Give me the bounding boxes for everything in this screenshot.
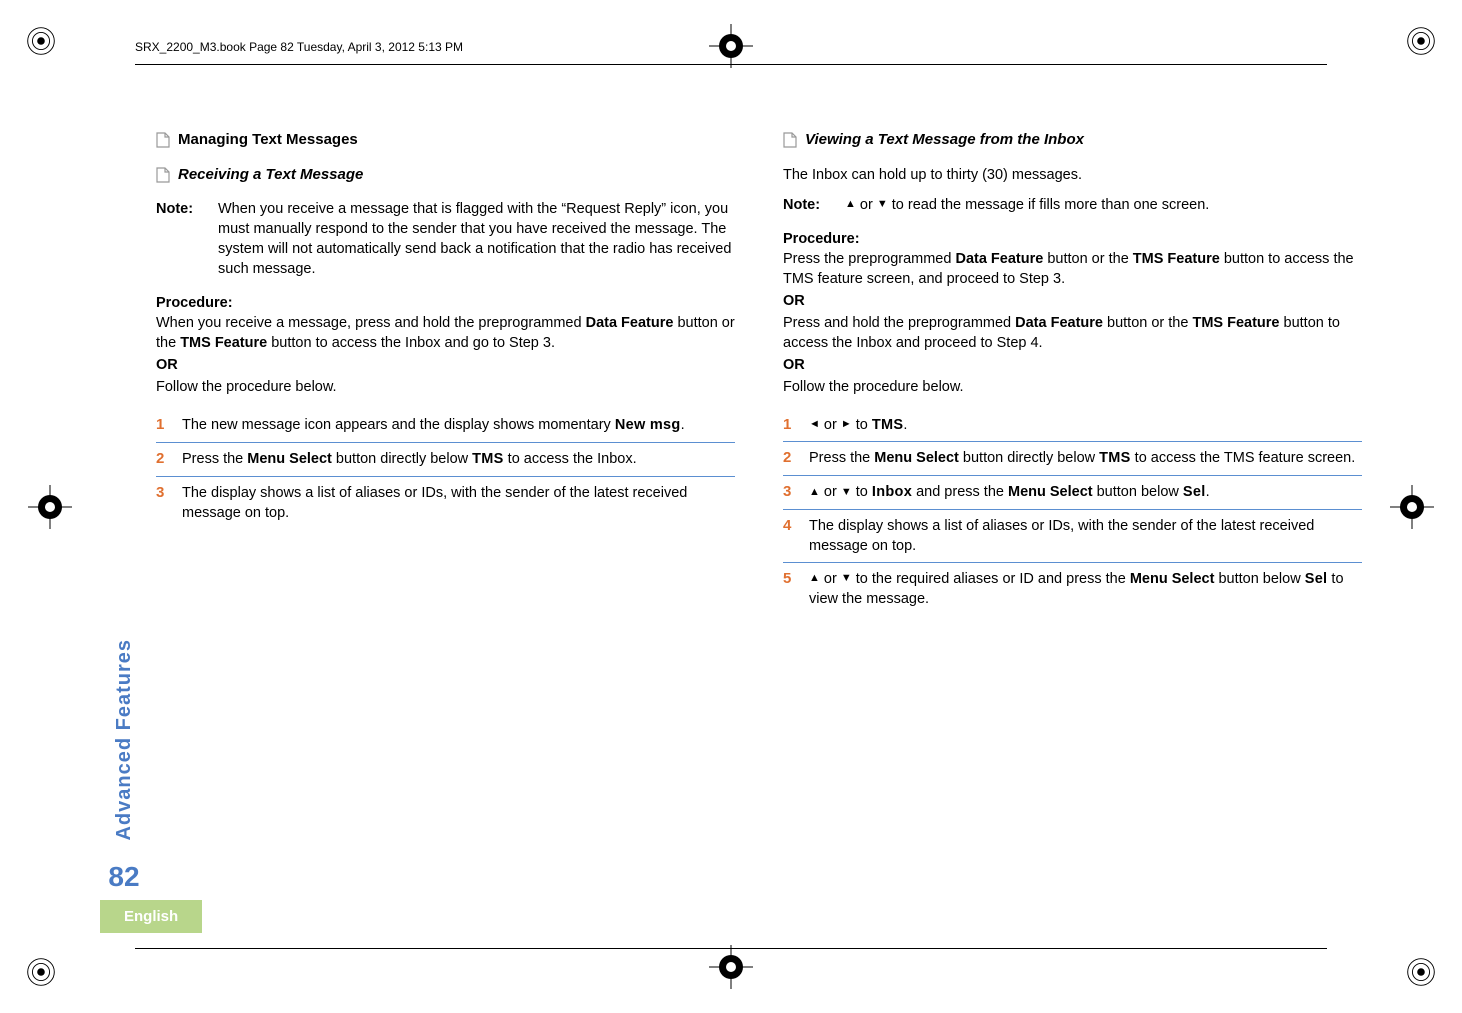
print-mark-icon (22, 22, 60, 60)
up-triangle-icon: ▲ (809, 573, 820, 584)
step-number: 5 (783, 569, 809, 609)
page-icon (156, 167, 170, 183)
step-text: The display shows a list of aliases or I… (182, 483, 735, 523)
subsection-heading: Viewing a Text Message from the Inbox (805, 130, 1084, 151)
step-text: The new message icon appears and the dis… (182, 415, 735, 436)
crosshair-icon (28, 485, 72, 529)
up-triangle-icon: ▲ (809, 487, 820, 498)
step-number: 3 (156, 483, 182, 523)
step-text: Press the Menu Select button directly be… (809, 448, 1362, 469)
crosshair-icon (709, 945, 753, 989)
step-item: 5 ▲ or ▼ to the required aliases or ID a… (783, 563, 1362, 615)
step-number: 2 (783, 448, 809, 469)
step-number: 4 (783, 516, 809, 556)
or-label: OR (783, 355, 1362, 375)
step-item: 2 Press the Menu Select button directly … (783, 442, 1362, 476)
note-block: Note: ▲ or ▼ to read the message if fill… (783, 195, 1362, 215)
procedure-heading: Procedure: (783, 229, 1362, 249)
crosshair-icon (1390, 485, 1434, 529)
right-column: Viewing a Text Message from the Inbox Th… (783, 130, 1362, 913)
down-triangle-icon: ▼ (841, 573, 852, 584)
step-number: 1 (156, 415, 182, 436)
or-label: OR (156, 355, 735, 375)
step-item: 1 ◄ or ► to TMS. (783, 409, 1362, 443)
down-triangle-icon: ▼ (841, 487, 852, 498)
print-mark-icon (1402, 22, 1440, 60)
note-text: ▲ or ▼ to read the message if fills more… (845, 195, 1362, 215)
procedure-heading: Procedure: (156, 293, 735, 313)
section-heading: Managing Text Messages (178, 130, 358, 151)
note-text: When you receive a message that is flagg… (218, 199, 735, 279)
step-item: 4 The display shows a list of aliases or… (783, 510, 1362, 563)
step-item: 1 The new message icon appears and the d… (156, 409, 735, 443)
step-text: The display shows a list of aliases or I… (809, 516, 1362, 556)
step-text: ▲ or ▼ to Inbox and press the Menu Selec… (809, 482, 1362, 503)
intro-text: The Inbox can hold up to thirty (30) mes… (783, 165, 1362, 185)
procedure-text: Follow the procedure below. (783, 377, 1362, 397)
right-triangle-icon: ► (841, 419, 852, 430)
note-block: Note: When you receive a message that is… (156, 199, 735, 279)
procedure-text: Press and hold the preprogrammed Data Fe… (783, 313, 1362, 353)
crosshair-icon (709, 24, 753, 68)
or-label: OR (783, 291, 1362, 311)
print-mark-icon (1402, 953, 1440, 991)
page-number: 82 (108, 861, 139, 893)
step-item: 3 The display shows a list of aliases or… (156, 477, 735, 529)
page-icon (783, 132, 797, 148)
left-triangle-icon: ◄ (809, 419, 820, 430)
step-text: Press the Menu Select button directly be… (182, 449, 735, 470)
left-column: Managing Text Messages Receiving a Text … (156, 130, 735, 913)
page-header: SRX_2200_M3.book Page 82 Tuesday, April … (135, 40, 463, 54)
subsection-heading: Receiving a Text Message (178, 165, 363, 186)
note-label: Note: (783, 195, 845, 215)
step-item: 2 Press the Menu Select button directly … (156, 443, 735, 477)
down-triangle-icon: ▼ (877, 199, 888, 210)
language-tab: English (100, 900, 202, 933)
step-number: 3 (783, 482, 809, 503)
section-label: Advanced Features (113, 639, 136, 841)
print-mark-icon (22, 953, 60, 991)
up-triangle-icon: ▲ (845, 199, 856, 210)
note-label: Note: (156, 199, 218, 279)
procedure-text: Follow the procedure below. (156, 377, 735, 397)
step-text: ▲ or ▼ to the required aliases or ID and… (809, 569, 1362, 609)
page-icon (156, 132, 170, 148)
procedure-text: When you receive a message, press and ho… (156, 313, 735, 353)
step-item: 3 ▲ or ▼ to Inbox and press the Menu Sel… (783, 476, 1362, 510)
step-number: 1 (783, 415, 809, 436)
procedure-text: Press the preprogrammed Data Feature but… (783, 249, 1362, 289)
step-number: 2 (156, 449, 182, 470)
step-text: ◄ or ► to TMS. (809, 415, 1362, 436)
